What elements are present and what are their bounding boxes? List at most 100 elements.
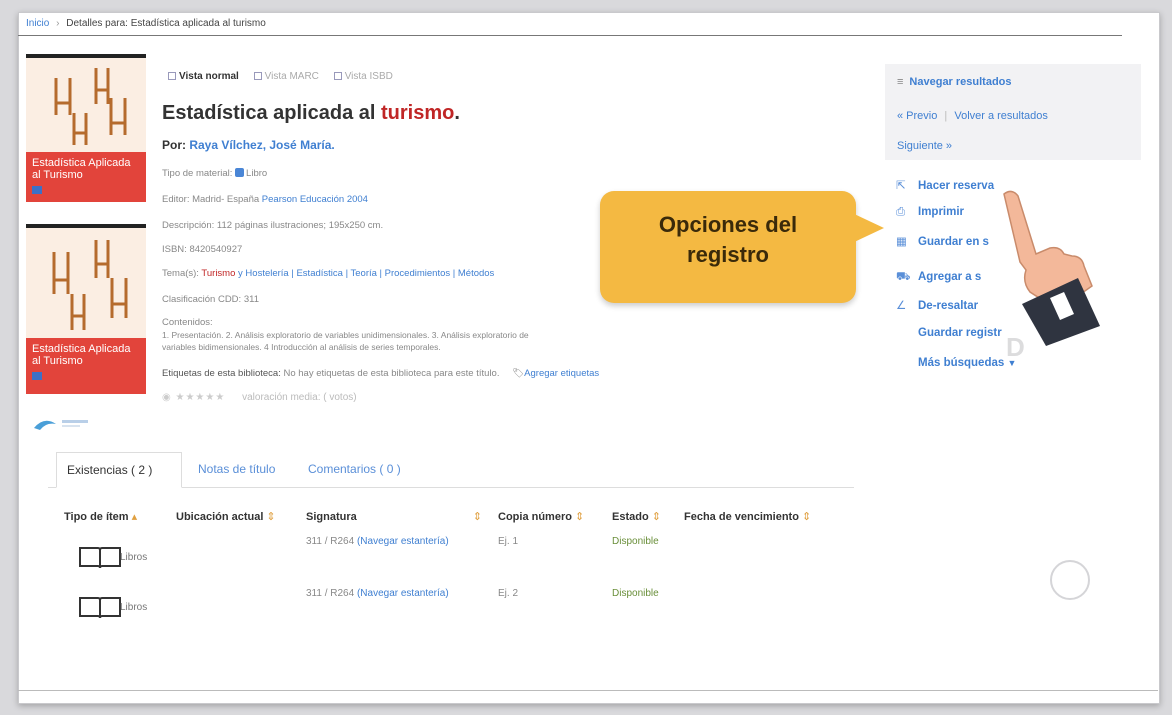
call-number: 311 / R264 (Navegar estantería) bbox=[306, 536, 449, 547]
unhighlight-option[interactable]: ∠ De-resaltar bbox=[896, 298, 978, 312]
print-icon: ⎙ bbox=[896, 206, 906, 218]
tab-comments[interactable]: Comentarios ( 0 ) bbox=[308, 452, 401, 488]
back-to-results-link[interactable]: Volver a resultados bbox=[954, 110, 1048, 122]
column-header-status-label: Estado bbox=[612, 511, 649, 523]
column-header-item-type-label: Tipo de ítem bbox=[64, 511, 129, 523]
topics: Tema(s): Turismo y Hostelería | Estadíst… bbox=[162, 268, 494, 279]
reserve-icon: ⇱ bbox=[896, 180, 906, 192]
cdd-classification: Clasificación CDD: 311 bbox=[162, 294, 259, 305]
sort-icon: ⇕ bbox=[651, 511, 661, 523]
browse-shelf-link[interactable]: (Navegar estantería) bbox=[357, 588, 449, 599]
column-header-call-number[interactable]: Signatura ⇕ bbox=[306, 510, 482, 523]
tab-isbd-view-label: Vista ISBD bbox=[344, 71, 393, 82]
cover-title-band: Estadística Aplicada al Turismo bbox=[26, 338, 146, 394]
contents-line: variables bidimensionales. 4 Introducció… bbox=[162, 342, 441, 352]
view-tabs: Vista normal Vista MARC Vista ISBD bbox=[168, 71, 405, 82]
library-tags: Etiquetas de esta biblioteca: No hay eti… bbox=[162, 368, 599, 379]
column-header-copy-number[interactable]: Copia número ⇕ bbox=[498, 510, 584, 523]
save-icon: ▦ bbox=[896, 236, 907, 248]
tab-normal-view-label: Vista normal bbox=[179, 71, 239, 82]
topic-link-turismo[interactable]: Turismo bbox=[201, 268, 235, 279]
save-to-list-label: Guardar en s bbox=[918, 236, 989, 248]
navigate-results-box: ≡ Navegar resultados « Previo | Volver a … bbox=[885, 64, 1141, 160]
add-to-cart-option[interactable]: ⛟ Agregar a s bbox=[896, 270, 981, 285]
more-searches-option[interactable]: Más búsquedas ▼ bbox=[896, 357, 1016, 369]
column-header-status[interactable]: Estado ⇕ bbox=[612, 510, 661, 523]
breadcrumb-home[interactable]: Inicio bbox=[26, 18, 49, 29]
tab-title-notes[interactable]: Notas de título bbox=[198, 452, 275, 488]
tags-label: Etiquetas de esta biblioteca: bbox=[162, 368, 284, 379]
more-searches-label: Más búsquedas bbox=[918, 357, 1005, 369]
tab-marc-view-label: Vista MARC bbox=[264, 71, 319, 82]
chairs-illustration bbox=[26, 228, 146, 340]
call-number-value: 311 / R264 bbox=[306, 588, 355, 599]
publisher-label: Editor: Madrid- España bbox=[162, 194, 262, 205]
publisher-logo-icon bbox=[32, 372, 42, 380]
list-icon bbox=[168, 72, 176, 80]
record-title: Estadística aplicada al turismo. bbox=[162, 102, 460, 125]
menu-icon: ≡ bbox=[897, 76, 904, 88]
cover-title-band: Estadística Aplicada al Turismo bbox=[26, 152, 146, 202]
place-hold-option[interactable]: ⇱ Hacer reserva bbox=[896, 178, 994, 192]
title-highlight: turismo bbox=[381, 102, 455, 124]
share-icon[interactable] bbox=[30, 414, 94, 434]
record-author: Por: Raya Vílchez, José María. bbox=[162, 138, 335, 152]
material-type: Tipo de material: Libro bbox=[162, 168, 267, 179]
sort-icon: ⇕ bbox=[266, 511, 276, 523]
save-record-option[interactable]: Guardar registr bbox=[896, 327, 1002, 339]
rating-text: valoración media: ( votos) bbox=[242, 392, 357, 403]
separator: | bbox=[944, 110, 948, 122]
sort-icon: ⇕ bbox=[472, 511, 482, 523]
breadcrumb: Inicio › Detalles para: Estadística apli… bbox=[26, 18, 266, 29]
column-header-due-date[interactable]: Fecha de vencimiento ⇕ bbox=[684, 510, 811, 523]
description: Descripción: 112 páginas ilustraciones; … bbox=[162, 220, 384, 231]
add-to-cart-label: Agregar a s bbox=[918, 271, 982, 283]
material-label: Tipo de material: bbox=[162, 168, 236, 179]
tags-value: No hay etiquetas de esta biblioteca para… bbox=[283, 368, 500, 379]
divider bbox=[18, 35, 1122, 36]
navigate-results-label: Navegar resultados bbox=[909, 76, 1012, 88]
caret-down-icon: ▼ bbox=[1007, 358, 1017, 368]
book-icon bbox=[235, 168, 245, 177]
holdings-tabs: Existencias ( 2 ) Notas de título Coment… bbox=[48, 452, 854, 488]
chairs-illustration bbox=[26, 58, 146, 150]
author-link[interactable]: Raya Vílchez, José María. bbox=[189, 138, 334, 152]
publisher-link[interactable]: Pearson Educación 2004 bbox=[262, 194, 368, 205]
save-to-list-option[interactable]: ▦ Guardar en s bbox=[896, 234, 989, 248]
next-row: Siguiente » bbox=[897, 140, 952, 152]
tab-isbd-view[interactable]: Vista ISBD bbox=[333, 71, 399, 82]
browse-shelf-link[interactable]: (Navegar estantería) bbox=[357, 536, 449, 547]
book-cover[interactable]: Estadística Aplicada al Turismo bbox=[26, 54, 146, 202]
call-number: 311 / R264 (Navegar estantería) bbox=[306, 588, 449, 599]
unhighlight-label: De-resaltar bbox=[918, 300, 979, 312]
print-label: Imprimir bbox=[918, 206, 965, 218]
callout-line-1: Opciones del bbox=[658, 212, 798, 237]
place-hold-label: Hacer reserva bbox=[918, 180, 995, 192]
previous-link[interactable]: « Previo bbox=[897, 110, 937, 122]
book-cover[interactable]: Estadística Aplicada al Turismo bbox=[26, 224, 146, 394]
column-header-item-type[interactable]: Tipo de ítem ▴ bbox=[64, 510, 137, 523]
pointing-hand-icon bbox=[1003, 190, 1100, 346]
tab-normal-view[interactable]: Vista normal bbox=[168, 71, 248, 82]
topic-links[interactable]: y Hostelería | Estadística | Teoría | Pr… bbox=[235, 268, 494, 279]
column-header-location[interactable]: Ubicación actual ⇕ bbox=[176, 510, 276, 523]
tab-marc-view[interactable]: Vista MARC bbox=[253, 71, 328, 82]
tag-icon: 🏷 bbox=[512, 368, 525, 379]
navigate-results-header: ≡ Navegar resultados bbox=[897, 76, 1012, 88]
print-option[interactable]: ⎙ Imprimir bbox=[896, 206, 964, 219]
next-link[interactable]: Siguiente » bbox=[897, 140, 952, 152]
sort-icon: ⇕ bbox=[574, 511, 585, 523]
column-header-copy-number-label: Copia número bbox=[498, 511, 572, 523]
copy-number: Ej. 1 bbox=[498, 536, 519, 547]
topics-label: Tema(s): bbox=[162, 268, 202, 279]
column-header-location-label: Ubicación actual bbox=[176, 511, 264, 523]
contents-line: 1. Presentación. 2. Análisis exploratori… bbox=[162, 330, 529, 340]
document-icon bbox=[253, 72, 262, 80]
tab-holdings[interactable]: Existencias ( 2 ) bbox=[56, 452, 182, 488]
add-tags-link[interactable]: Agregar etiquetas bbox=[524, 368, 599, 379]
author-label: Por: bbox=[162, 138, 190, 152]
column-header-call-number-label: Signatura bbox=[306, 511, 357, 523]
breadcrumb-current: Detalles para: Estadística aplicada al t… bbox=[66, 18, 266, 29]
book-icon bbox=[79, 547, 121, 569]
rating-stars[interactable]: ◉ ★★★★★ bbox=[162, 392, 225, 403]
